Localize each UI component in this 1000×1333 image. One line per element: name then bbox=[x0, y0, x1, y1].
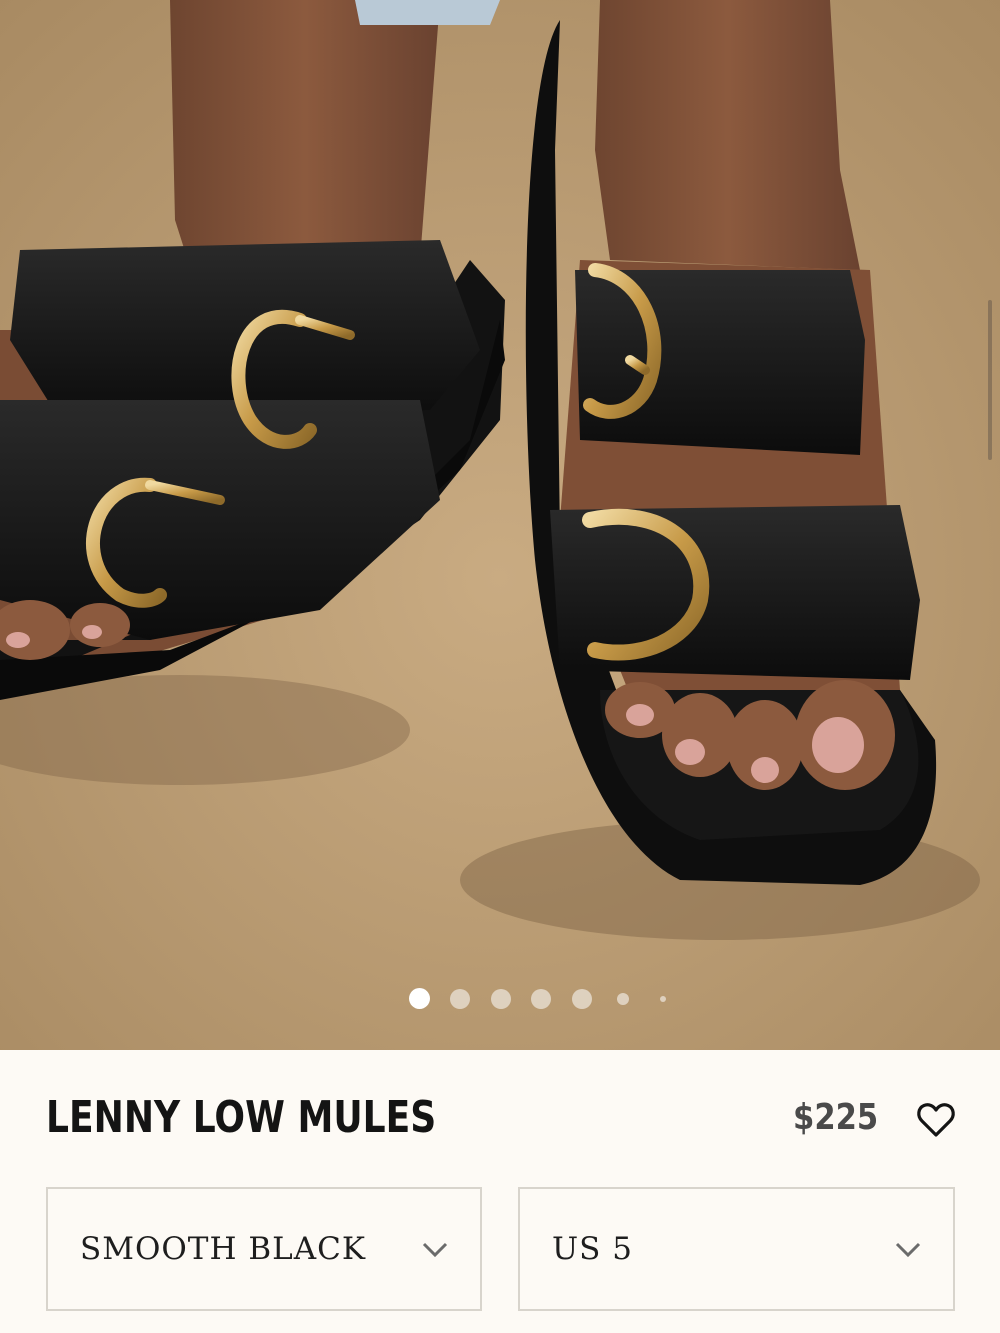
heart-outline-icon[interactable] bbox=[916, 1100, 956, 1140]
scroll-indicator[interactable] bbox=[988, 300, 992, 460]
size-select[interactable]: US 5 bbox=[518, 1187, 955, 1311]
product-image-gallery[interactable] bbox=[0, 0, 1000, 1050]
carousel-pagination bbox=[0, 988, 1000, 1010]
chevron-down-icon bbox=[422, 1242, 448, 1258]
product-page: LENNY LOW MULES $225 SMOOTH BLACK US 5 bbox=[0, 0, 1000, 1333]
carousel-dot[interactable] bbox=[450, 989, 470, 1009]
carousel-dot-active[interactable] bbox=[409, 988, 430, 1009]
product-price: $225 bbox=[792, 1097, 878, 1138]
color-select[interactable]: SMOOTH BLACK bbox=[46, 1187, 482, 1311]
product-info-panel: LENNY LOW MULES $225 SMOOTH BLACK US 5 bbox=[0, 1050, 1000, 1333]
carousel-dot[interactable] bbox=[572, 989, 592, 1009]
product-title: LENNY LOW MULES bbox=[46, 1092, 437, 1143]
chevron-down-icon bbox=[895, 1242, 921, 1258]
carousel-dot[interactable] bbox=[491, 989, 511, 1009]
product-photo bbox=[0, 0, 1000, 1050]
carousel-dot[interactable] bbox=[531, 989, 551, 1009]
size-select-value: US 5 bbox=[552, 1231, 633, 1267]
carousel-dot[interactable] bbox=[660, 996, 666, 1002]
color-select-value: SMOOTH BLACK bbox=[80, 1231, 367, 1267]
carousel-dot[interactable] bbox=[617, 993, 629, 1005]
